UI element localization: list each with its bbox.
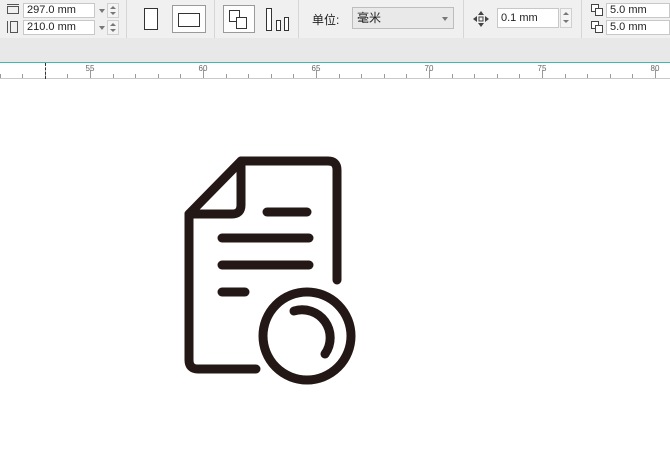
page-width-spinner[interactable] bbox=[107, 3, 119, 18]
nudge-distance-icon bbox=[473, 11, 489, 27]
duplicate-y-value: 5.0 mm bbox=[610, 21, 647, 33]
ruler-tick bbox=[565, 74, 566, 78]
ruler-tick bbox=[67, 74, 68, 78]
nudge-distance-field[interactable]: 0.1 mm bbox=[497, 8, 559, 28]
ruler-tick bbox=[497, 74, 498, 78]
toolbox-strip bbox=[0, 38, 670, 62]
ruler-tick bbox=[587, 74, 588, 78]
ruler-tick bbox=[361, 74, 362, 78]
units-select[interactable]: 毫米 bbox=[352, 7, 454, 29]
ruler-tick bbox=[384, 74, 385, 78]
nudge-distance-spinner[interactable] bbox=[560, 8, 572, 28]
duplicate-x-value: 5.0 mm bbox=[610, 4, 647, 16]
all-pages-button[interactable] bbox=[223, 5, 255, 33]
ruler-tick bbox=[293, 74, 294, 78]
ruler-tick bbox=[474, 74, 475, 78]
ruler-tick bbox=[632, 74, 633, 78]
ruler-tick bbox=[248, 74, 249, 78]
units-label: 单位: bbox=[312, 13, 340, 27]
page-width-dropdown-icon[interactable] bbox=[99, 9, 105, 13]
ruler-label: 80 bbox=[650, 64, 660, 73]
ruler-label: 65 bbox=[311, 64, 321, 73]
ruler-tick bbox=[0, 74, 1, 78]
ruler-tick bbox=[135, 74, 136, 78]
ruler-label: 60 bbox=[198, 64, 208, 73]
document-search-icon[interactable] bbox=[0, 79, 670, 450]
landscape-orientation-button[interactable] bbox=[172, 5, 206, 33]
ruler-tick bbox=[158, 74, 159, 78]
page-width-value: 297.0 mm bbox=[27, 4, 76, 16]
ruler-label: 55 bbox=[85, 64, 95, 73]
ruler-cursor-marker bbox=[45, 63, 46, 79]
nudge-distance-value: 0.1 mm bbox=[501, 12, 538, 24]
page-height-dropdown-icon[interactable] bbox=[99, 26, 105, 30]
duplicate-y-icon bbox=[591, 21, 603, 33]
page-height-field[interactable]: 210.0 mm bbox=[23, 20, 95, 35]
page-height-icon bbox=[7, 21, 18, 33]
units-dropdown-icon bbox=[442, 17, 448, 21]
ruler-tick bbox=[610, 74, 611, 78]
units-select-value: 毫米 bbox=[357, 11, 382, 25]
ruler-label: 70 bbox=[424, 64, 434, 73]
ruler-tick bbox=[519, 74, 520, 78]
ruler-tick bbox=[339, 74, 340, 78]
horizontal-ruler[interactable]: 55 60 65 70 75 80 bbox=[0, 62, 670, 79]
portrait-orientation-button[interactable] bbox=[141, 5, 161, 33]
property-bar: 297.0 mm 210.0 mm 单位: 毫米 0.1 mm 5.0 mm 5… bbox=[0, 0, 670, 38]
ruler-tick bbox=[113, 74, 114, 78]
page-height-value: 210.0 mm bbox=[27, 21, 76, 33]
current-page-button[interactable] bbox=[263, 5, 291, 33]
ruler-tick bbox=[406, 74, 407, 78]
ruler-tick bbox=[22, 74, 23, 78]
ruler-tick bbox=[180, 74, 181, 78]
ruler-tick bbox=[452, 74, 453, 78]
ruler-tick bbox=[226, 74, 227, 78]
ruler-label: 75 bbox=[537, 64, 547, 73]
page-width-icon bbox=[7, 4, 19, 14]
page-width-field[interactable]: 297.0 mm bbox=[23, 3, 95, 18]
ruler-tick bbox=[271, 74, 272, 78]
duplicate-y-field[interactable]: 5.0 mm bbox=[606, 20, 670, 35]
page-height-spinner[interactable] bbox=[107, 20, 119, 35]
drawing-canvas[interactable] bbox=[0, 79, 670, 450]
duplicate-x-field[interactable]: 5.0 mm bbox=[606, 3, 670, 18]
duplicate-x-icon bbox=[591, 4, 603, 16]
